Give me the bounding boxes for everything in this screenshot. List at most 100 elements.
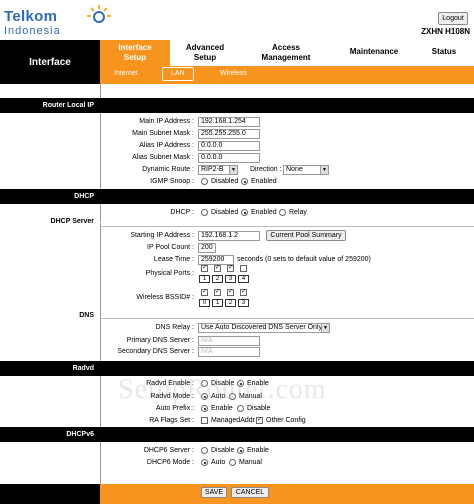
- bssid-number: 3: [238, 299, 249, 307]
- telkom-logo: Telkom Indonesia: [4, 4, 124, 37]
- port1-checkbox[interactable]: ✓: [201, 265, 208, 272]
- radvd-mode-label: Radvd Mode :: [150, 393, 194, 400]
- dhcp6-disable-text: Disable: [211, 447, 235, 454]
- dhcp6-manual-radio[interactable]: [229, 459, 236, 466]
- igmp-label: IGMP Snoop :: [150, 178, 194, 185]
- other-config-checkbox[interactable]: ✓: [256, 417, 263, 424]
- managed-addr-checkbox[interactable]: [201, 417, 208, 424]
- dns-relay-select[interactable]: Use Auto Discovered DNS Server Only ▼: [198, 323, 330, 333]
- pool-summary-button[interactable]: Current Pool Summary: [266, 230, 346, 241]
- subtab-wireless[interactable]: Wireless: [220, 69, 247, 79]
- dhcp6-enable-radio[interactable]: [237, 447, 244, 454]
- bssid-number: 2: [225, 299, 236, 307]
- tab-status[interactable]: Status: [414, 40, 474, 66]
- ra-flags-label: RA Flags Set :: [149, 417, 194, 424]
- dhcp6-enable-text: Enable: [247, 447, 269, 454]
- igmp-disabled-text: Disabled: [211, 178, 239, 185]
- port4-checkbox[interactable]: [240, 265, 247, 272]
- radvd-disable-text: Disable: [211, 380, 235, 387]
- radvd-auto-radio[interactable]: [201, 393, 208, 400]
- main-mask-label: Main Subnet Mask :: [132, 130, 194, 137]
- direction-select[interactable]: None ▼: [283, 165, 329, 175]
- dhcp-label: DHCP :: [170, 209, 194, 216]
- igmp-enabled-text: Enabled: [251, 178, 277, 185]
- tab-maintenance[interactable]: Maintenance: [334, 40, 414, 66]
- igmp-disabled-radio[interactable]: [201, 178, 208, 185]
- bssid3-checkbox[interactable]: ✓: [240, 289, 247, 296]
- radvd-enable-label: Radvd Enable :: [146, 380, 194, 387]
- prefix-disable-radio[interactable]: [237, 405, 244, 412]
- tab-access-management[interactable]: Access Management: [240, 40, 332, 66]
- pool-count-input[interactable]: 200: [198, 243, 216, 253]
- igmp-enabled-radio[interactable]: [241, 178, 248, 185]
- alias-mask-label: Alias Subnet Mask :: [132, 154, 194, 161]
- port-number: 2: [212, 275, 223, 283]
- port-number: 1: [199, 275, 210, 283]
- radvd-enable-text: Enable: [247, 380, 269, 387]
- section-dhcp-server: DHCP Server: [50, 218, 94, 225]
- dhcp6-manual-text: Manual: [239, 459, 262, 466]
- tab-interface-setup[interactable]: Interface Setup: [100, 40, 170, 66]
- alias-ip-label: Alias IP Address :: [139, 142, 194, 149]
- subtab-lan[interactable]: LAN: [162, 67, 194, 81]
- dhcp6-server-label: DHCP6 Server :: [143, 447, 194, 454]
- direction-label: Direction :: [250, 166, 282, 173]
- subtab-internet[interactable]: Internet: [114, 69, 138, 79]
- prefix-enable-text: Enable: [211, 405, 233, 412]
- dhcp-disabled-text: Disabled: [211, 209, 239, 216]
- lease-hint: seconds (0 sets to default value of 2592…: [237, 256, 371, 263]
- dns-relay-label: DNS Relay :: [155, 324, 194, 331]
- radvd-manual-radio[interactable]: [229, 393, 236, 400]
- cancel-button[interactable]: CANCEL: [231, 487, 269, 498]
- header-bar: Telkom Indonesia Logout ZXHN H108N: [0, 0, 474, 40]
- primary-dns-input[interactable]: N/A: [198, 336, 260, 346]
- section-dhcpv6: DHCPv6: [0, 427, 474, 442]
- alias-ip-input[interactable]: 0.0.0.0: [198, 141, 260, 151]
- dhcp-disabled-radio[interactable]: [201, 209, 208, 216]
- dhcp6-auto-text: Auto: [211, 459, 226, 466]
- secondary-dns-input[interactable]: N/A: [198, 347, 260, 357]
- bssid1-checkbox[interactable]: ✓: [214, 289, 221, 296]
- dhcp-relay-radio[interactable]: [279, 209, 286, 216]
- primary-dns-label: Primary DNS Server :: [126, 337, 194, 344]
- logout-button[interactable]: Logout: [438, 12, 468, 25]
- secondary-dns-label: Secondary DNS Server :: [117, 348, 194, 355]
- divider: [100, 226, 474, 227]
- radvd-disable-radio[interactable]: [201, 380, 208, 387]
- radvd-enable-radio[interactable]: [237, 380, 244, 387]
- pool-count-label: IP Pool Count :: [147, 244, 194, 251]
- wireless-bssid-label: Wireless BSSID# :: [136, 294, 194, 301]
- save-button[interactable]: SAVE: [201, 487, 227, 498]
- prefix-disable-text: Disable: [247, 405, 271, 412]
- port-number: 4: [238, 275, 249, 283]
- watermark: SetupRouter.com: [118, 374, 327, 405]
- bssid0-checkbox[interactable]: ✓: [201, 289, 208, 296]
- lease-input[interactable]: 259200: [198, 255, 234, 265]
- subnav-bar: Internet LAN Wireless: [100, 66, 474, 84]
- spacer: [0, 84, 474, 98]
- divider: [100, 318, 474, 319]
- dynamic-route-select[interactable]: RIP2-B ▼: [198, 165, 238, 175]
- chevron-down-icon: ▼: [321, 324, 329, 332]
- main-mask-input[interactable]: 255.255.255.0: [198, 129, 260, 139]
- start-ip-input[interactable]: 192.168.1.2: [198, 231, 260, 241]
- main-ip-label: Main IP Address :: [139, 118, 194, 125]
- chevron-down-icon: ▼: [229, 166, 237, 174]
- radvd-manual-text: Manual: [239, 393, 262, 400]
- alias-mask-input[interactable]: 0.0.0.0: [198, 153, 260, 163]
- main-ip-input[interactable]: 192.168.1.254: [198, 117, 260, 127]
- dhcp-enabled-radio[interactable]: [241, 209, 248, 216]
- port2-checkbox[interactable]: ✓: [214, 265, 221, 272]
- prefix-enable-radio[interactable]: [201, 405, 208, 412]
- logo-subtext: Indonesia: [4, 25, 61, 37]
- radvd-auto-text: Auto: [211, 393, 226, 400]
- tab-advanced-setup[interactable]: Advanced Setup: [170, 40, 240, 66]
- dhcp6-disable-radio[interactable]: [201, 447, 208, 454]
- footer-left: [0, 484, 100, 504]
- auto-prefix-label: Auto Prefix :: [155, 405, 194, 412]
- bssid2-checkbox[interactable]: ✓: [227, 289, 234, 296]
- divider: [100, 84, 101, 484]
- dhcp-relay-text: Relay: [289, 209, 307, 216]
- port3-checkbox[interactable]: ✓: [227, 265, 234, 272]
- dhcp6-auto-radio[interactable]: [201, 459, 208, 466]
